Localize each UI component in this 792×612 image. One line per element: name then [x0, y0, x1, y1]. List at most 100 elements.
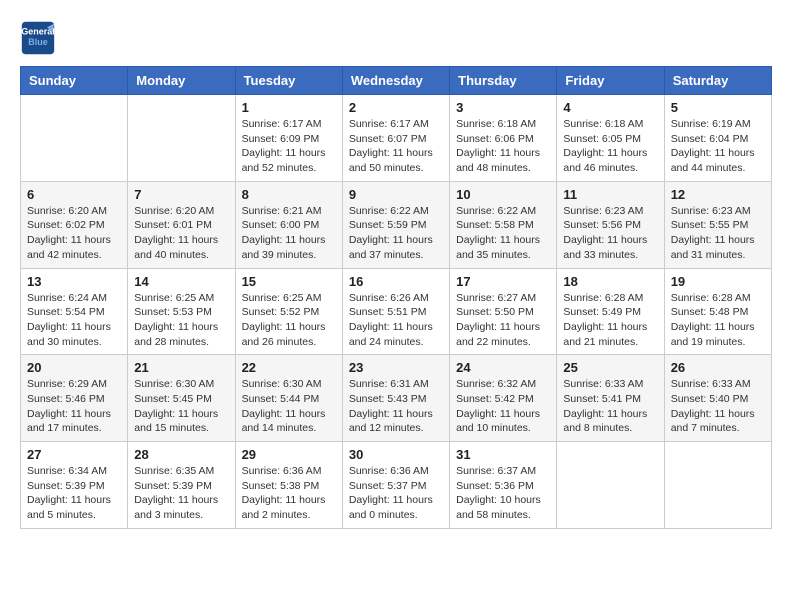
calendar-cell: 20 Sunrise: 6:29 AMSunset: 5:46 PMDayligh…	[21, 355, 128, 442]
calendar-cell: 6 Sunrise: 6:20 AMSunset: 6:02 PMDaylight…	[21, 181, 128, 268]
day-number: 20	[27, 360, 121, 375]
day-info: Sunrise: 6:28 AMSunset: 5:48 PMDaylight:…	[671, 291, 765, 350]
calendar-cell: 7 Sunrise: 6:20 AMSunset: 6:01 PMDaylight…	[128, 181, 235, 268]
calendar-week-3: 13 Sunrise: 6:24 AMSunset: 5:54 PMDayligh…	[21, 268, 772, 355]
calendar-cell: 30Sunrise: 6:36 AMSunset: 5:37 PMDayligh…	[342, 442, 449, 529]
day-info: Sunrise: 6:20 AMSunset: 6:02 PMDaylight:…	[27, 204, 121, 263]
day-number: 3	[456, 100, 550, 115]
day-info: Sunrise: 6:22 AMSunset: 5:58 PMDaylight:…	[456, 204, 550, 263]
day-number: 23	[349, 360, 443, 375]
day-number: 8	[242, 187, 336, 202]
calendar-cell: 17 Sunrise: 6:27 AMSunset: 5:50 PMDayligh…	[450, 268, 557, 355]
day-info: Sunrise: 6:30 AMSunset: 5:44 PMDaylight:…	[242, 377, 336, 436]
calendar-cell: 28 Sunrise: 6:35 AMSunset: 5:39 PMDayligh…	[128, 442, 235, 529]
day-number: 24	[456, 360, 550, 375]
day-number: 9	[349, 187, 443, 202]
day-number: 13	[27, 274, 121, 289]
calendar-cell: 29 Sunrise: 6:36 AMSunset: 5:38 PMDayligh…	[235, 442, 342, 529]
weekday-header-wednesday: Wednesday	[342, 67, 449, 95]
day-info: Sunrise: 6:18 AMSunset: 6:06 PMDaylight:…	[456, 117, 550, 176]
day-number: 2	[349, 100, 443, 115]
day-number: 19	[671, 274, 765, 289]
day-info: Sunrise: 6:34 AMSunset: 5:39 PMDaylight:…	[27, 464, 121, 523]
calendar-cell: 23Sunrise: 6:31 AMSunset: 5:43 PMDayligh…	[342, 355, 449, 442]
weekday-header-friday: Friday	[557, 67, 664, 95]
day-number: 11	[563, 187, 657, 202]
calendar-cell: 12 Sunrise: 6:23 AMSunset: 5:55 PMDayligh…	[664, 181, 771, 268]
calendar-cell: 1 Sunrise: 6:17 AMSunset: 6:09 PMDaylight…	[235, 95, 342, 182]
day-number: 21	[134, 360, 228, 375]
calendar-cell: 25Sunrise: 6:33 AMSunset: 5:41 PMDayligh…	[557, 355, 664, 442]
calendar-week-4: 20 Sunrise: 6:29 AMSunset: 5:46 PMDayligh…	[21, 355, 772, 442]
day-info: Sunrise: 6:36 AMSunset: 5:37 PMDaylight:…	[349, 464, 443, 523]
calendar-cell: 15 Sunrise: 6:25 AMSunset: 5:52 PMDayligh…	[235, 268, 342, 355]
day-number: 15	[242, 274, 336, 289]
weekday-header-sunday: Sunday	[21, 67, 128, 95]
svg-text:Blue: Blue	[28, 37, 48, 47]
day-number: 17	[456, 274, 550, 289]
day-info: Sunrise: 6:17 AMSunset: 6:07 PMDaylight:…	[349, 117, 443, 176]
day-number: 6	[27, 187, 121, 202]
calendar-week-1: 1 Sunrise: 6:17 AMSunset: 6:09 PMDaylight…	[21, 95, 772, 182]
weekday-header-thursday: Thursday	[450, 67, 557, 95]
calendar-cell: 26 Sunrise: 6:33 AMSunset: 5:40 PMDayligh…	[664, 355, 771, 442]
day-number: 18	[563, 274, 657, 289]
day-number: 5	[671, 100, 765, 115]
calendar-cell: 4 Sunrise: 6:18 AMSunset: 6:05 PMDaylight…	[557, 95, 664, 182]
day-number: 26	[671, 360, 765, 375]
calendar-cell: 5Sunrise: 6:19 AMSunset: 6:04 PMDaylight…	[664, 95, 771, 182]
calendar-table: SundayMondayTuesdayWednesdayThursdayFrid…	[20, 66, 772, 529]
day-info: Sunrise: 6:30 AMSunset: 5:45 PMDaylight:…	[134, 377, 228, 436]
calendar-week-2: 6 Sunrise: 6:20 AMSunset: 6:02 PMDaylight…	[21, 181, 772, 268]
day-info: Sunrise: 6:33 AMSunset: 5:40 PMDaylight:…	[671, 377, 765, 436]
calendar-cell: 10 Sunrise: 6:22 AMSunset: 5:58 PMDayligh…	[450, 181, 557, 268]
day-info: Sunrise: 6:24 AMSunset: 5:54 PMDaylight:…	[27, 291, 121, 350]
day-number: 28	[134, 447, 228, 462]
day-info: Sunrise: 6:18 AMSunset: 6:05 PMDaylight:…	[563, 117, 657, 176]
day-number: 4	[563, 100, 657, 115]
day-info: Sunrise: 6:25 AMSunset: 5:52 PMDaylight:…	[242, 291, 336, 350]
day-number: 22	[242, 360, 336, 375]
weekday-header-monday: Monday	[128, 67, 235, 95]
calendar-cell: 14Sunrise: 6:25 AMSunset: 5:53 PMDayligh…	[128, 268, 235, 355]
calendar-week-5: 27 Sunrise: 6:34 AMSunset: 5:39 PMDayligh…	[21, 442, 772, 529]
day-number: 10	[456, 187, 550, 202]
day-number: 16	[349, 274, 443, 289]
day-info: Sunrise: 6:26 AMSunset: 5:51 PMDaylight:…	[349, 291, 443, 350]
calendar-cell: 13 Sunrise: 6:24 AMSunset: 5:54 PMDayligh…	[21, 268, 128, 355]
calendar-cell	[557, 442, 664, 529]
day-info: Sunrise: 6:23 AMSunset: 5:56 PMDaylight:…	[563, 204, 657, 263]
day-info: Sunrise: 6:23 AMSunset: 5:55 PMDaylight:…	[671, 204, 765, 263]
day-info: Sunrise: 6:25 AMSunset: 5:53 PMDaylight:…	[134, 291, 228, 350]
day-info: Sunrise: 6:28 AMSunset: 5:49 PMDaylight:…	[563, 291, 657, 350]
calendar-cell	[128, 95, 235, 182]
day-info: Sunrise: 6:29 AMSunset: 5:46 PMDaylight:…	[27, 377, 121, 436]
weekday-header-tuesday: Tuesday	[235, 67, 342, 95]
calendar-cell: 9 Sunrise: 6:22 AMSunset: 5:59 PMDaylight…	[342, 181, 449, 268]
calendar-header-row: SundayMondayTuesdayWednesdayThursdayFrid…	[21, 67, 772, 95]
calendar-cell	[21, 95, 128, 182]
day-info: Sunrise: 6:20 AMSunset: 6:01 PMDaylight:…	[134, 204, 228, 263]
calendar-cell: 2 Sunrise: 6:17 AMSunset: 6:07 PMDaylight…	[342, 95, 449, 182]
calendar-cell: 8 Sunrise: 6:21 AMSunset: 6:00 PMDaylight…	[235, 181, 342, 268]
day-info: Sunrise: 6:22 AMSunset: 5:59 PMDaylight:…	[349, 204, 443, 263]
day-info: Sunrise: 6:33 AMSunset: 5:41 PMDaylight:…	[563, 377, 657, 436]
day-number: 29	[242, 447, 336, 462]
day-number: 12	[671, 187, 765, 202]
page-header: General Blue	[20, 20, 772, 56]
day-info: Sunrise: 6:35 AMSunset: 5:39 PMDaylight:…	[134, 464, 228, 523]
calendar-cell: 16 Sunrise: 6:26 AMSunset: 5:51 PMDayligh…	[342, 268, 449, 355]
day-number: 31	[456, 447, 550, 462]
day-info: Sunrise: 6:37 AMSunset: 5:36 PMDaylight:…	[456, 464, 550, 523]
day-info: Sunrise: 6:32 AMSunset: 5:42 PMDaylight:…	[456, 377, 550, 436]
day-info: Sunrise: 6:21 AMSunset: 6:00 PMDaylight:…	[242, 204, 336, 263]
day-info: Sunrise: 6:27 AMSunset: 5:50 PMDaylight:…	[456, 291, 550, 350]
day-number: 1	[242, 100, 336, 115]
calendar-cell: 19 Sunrise: 6:28 AMSunset: 5:48 PMDayligh…	[664, 268, 771, 355]
day-info: Sunrise: 6:17 AMSunset: 6:09 PMDaylight:…	[242, 117, 336, 176]
day-number: 7	[134, 187, 228, 202]
day-number: 27	[27, 447, 121, 462]
calendar-cell: 22 Sunrise: 6:30 AMSunset: 5:44 PMDayligh…	[235, 355, 342, 442]
calendar-cell: 31 Sunrise: 6:37 AMSunset: 5:36 PMDayligh…	[450, 442, 557, 529]
day-info: Sunrise: 6:36 AMSunset: 5:38 PMDaylight:…	[242, 464, 336, 523]
